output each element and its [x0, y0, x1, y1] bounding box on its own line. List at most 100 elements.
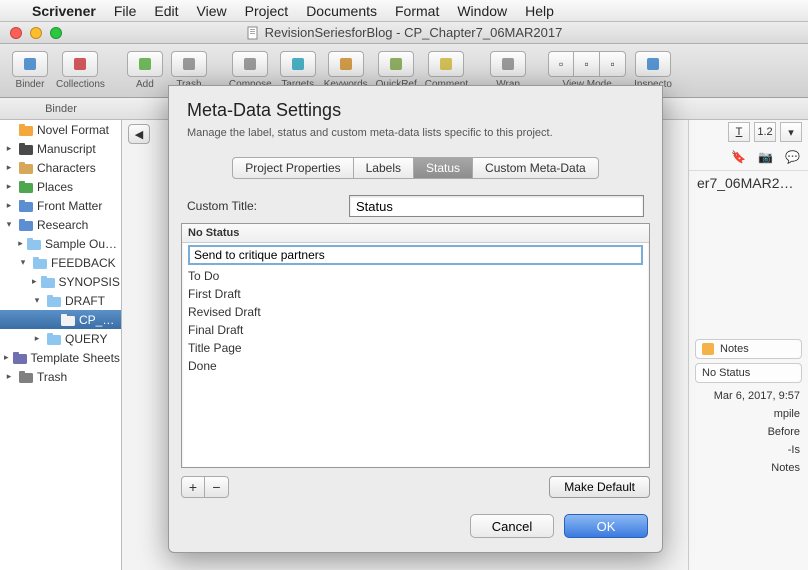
nav-back-button[interactable]: ◀ [128, 124, 150, 144]
sidebar-item-front-matter[interactable]: ▸Front Matter [0, 196, 121, 215]
status-edit-input[interactable] [188, 245, 643, 265]
sidebar-item-research[interactable]: ▾ Research [0, 215, 121, 234]
comment-icon[interactable] [428, 51, 464, 77]
cancel-button[interactable]: Cancel [470, 514, 554, 538]
close-icon[interactable] [10, 27, 22, 39]
binder-sidebar: Novel Format▸Manuscript▸Characters▸Place… [0, 120, 122, 570]
remove-status-button[interactable]: − [205, 476, 229, 498]
disclosure-arrow-icon[interactable]: ▾ [18, 257, 28, 268]
compose-icon[interactable] [232, 51, 268, 77]
sidebar-item-places[interactable]: ▸Places [0, 177, 121, 196]
disclosure-arrow-icon[interactable]: ▾ [4, 219, 14, 230]
comment-icon[interactable]: 💬 [785, 150, 800, 164]
disclosure-arrow-icon[interactable]: ▸ [4, 162, 14, 173]
app-name[interactable]: Scrivener [32, 3, 96, 19]
sidebar-item-label: DRAFT [65, 294, 105, 308]
sidebar-item-sample-ou-[interactable]: ▸Sample Ou… [0, 234, 121, 253]
status-section[interactable]: No Status [695, 363, 802, 383]
inspector-icon[interactable] [635, 51, 671, 77]
folder-icon [18, 122, 33, 137]
camera-icon[interactable]: 📷 [758, 150, 773, 164]
menu-format[interactable]: Format [395, 3, 439, 19]
toolbar-label: Add [136, 79, 154, 90]
folder-icon [18, 217, 33, 232]
disclosure-arrow-icon[interactable]: ▸ [4, 371, 14, 382]
zoom-icon[interactable] [50, 27, 62, 39]
sidebar-item-label: Template Sheets [31, 351, 120, 365]
folder-icon [13, 350, 27, 365]
text-style-button[interactable]: T [728, 122, 750, 142]
ok-button[interactable]: OK [564, 514, 648, 538]
menu-project[interactable]: Project [245, 3, 289, 19]
collections-icon[interactable] [62, 51, 98, 77]
sidebar-item-novel-format[interactable]: Novel Format [0, 120, 121, 139]
sidebar-item-manuscript[interactable]: ▸Manuscript [0, 139, 121, 158]
sidebar-item-feedback[interactable]: ▾FEEDBACK [0, 253, 121, 272]
sidebar-item-label: SYNOPSIS [59, 275, 120, 289]
disclosure-arrow-icon[interactable]: ▸ [4, 352, 9, 363]
status-list-item[interactable]: Revised Draft [182, 303, 649, 321]
notes-section[interactable]: Notes [695, 339, 802, 359]
document-icon [246, 26, 260, 40]
toolbar-add[interactable]: Add [127, 51, 163, 90]
toolbar-label: Binder [16, 79, 45, 90]
disclosure-arrow-icon[interactable]: ▸ [32, 276, 37, 287]
make-default-button[interactable]: Make Default [549, 476, 650, 498]
status-list-item[interactable]: Done [182, 357, 649, 375]
viewmode-seg-2[interactable]: ▫ [600, 51, 626, 77]
toolbar-collections[interactable]: Collections [56, 51, 105, 90]
inspector-row: Before [689, 423, 808, 441]
sidebar-item-label: Research [37, 218, 88, 232]
disclosure-arrow-icon[interactable]: ▸ [18, 238, 23, 249]
quickref-icon[interactable] [378, 51, 414, 77]
disclosure-arrow-icon[interactable]: ▸ [32, 333, 42, 344]
tab-project-properties[interactable]: Project Properties [232, 157, 353, 179]
status-list-item[interactable]: Final Draft [182, 321, 649, 339]
menu-file[interactable]: File [114, 3, 137, 19]
folder-icon [46, 293, 61, 308]
disclosure-arrow-icon[interactable]: ▸ [4, 143, 14, 154]
toolbar-binder[interactable]: Binder [12, 51, 48, 90]
folder-icon [41, 274, 55, 289]
menu-documents[interactable]: Documents [306, 3, 377, 19]
viewmode-seg-0[interactable]: ▫ [548, 51, 574, 77]
binder-icon[interactable] [12, 51, 48, 77]
minimize-icon[interactable] [30, 27, 42, 39]
tab-labels[interactable]: Labels [354, 157, 414, 179]
tab-status[interactable]: Status [414, 157, 473, 179]
add-status-button[interactable]: + [181, 476, 205, 498]
sidebar-item-synopsis[interactable]: ▸ SYNOPSIS [0, 272, 121, 291]
status-list-editing-row[interactable] [182, 243, 649, 267]
menu-view[interactable]: View [197, 3, 227, 19]
disclosure-arrow-icon[interactable]: ▾ [32, 295, 42, 306]
targets-icon[interactable] [280, 51, 316, 77]
menu-window[interactable]: Window [457, 3, 507, 19]
viewmode-seg-1[interactable]: ▫ [574, 51, 600, 77]
sidebar-item-query[interactable]: ▸QUERY [0, 329, 121, 348]
wrap-icon[interactable] [490, 51, 526, 77]
sidebar-item-cp-[interactable]: CP_… [0, 310, 121, 329]
status-list-item[interactable]: First Draft [182, 285, 649, 303]
plus-icon[interactable] [127, 51, 163, 77]
folder-icon [18, 198, 33, 213]
trash-icon[interactable] [171, 51, 207, 77]
sidebar-item-draft[interactable]: ▾ DRAFT [0, 291, 121, 310]
menu-edit[interactable]: Edit [154, 3, 178, 19]
folder-icon [32, 255, 47, 270]
disclosure-arrow-icon[interactable]: ▸ [4, 181, 14, 192]
tag-icon[interactable]: 🔖 [731, 150, 746, 164]
inspector-row: Mar 6, 2017, 9:57 [689, 387, 808, 405]
menu-help[interactable]: Help [525, 3, 554, 19]
sidebar-item-template-sheets[interactable]: ▸ Template Sheets [0, 348, 121, 367]
status-list-item[interactable]: To Do [182, 267, 649, 285]
tab-custom-meta-data[interactable]: Custom Meta-Data [473, 157, 599, 179]
status-list-item[interactable]: Title Page [182, 339, 649, 357]
keywords-icon[interactable] [328, 51, 364, 77]
zoom-stepper[interactable]: ▾ [780, 122, 802, 142]
disclosure-arrow-icon[interactable]: ▸ [4, 200, 14, 211]
custom-title-input[interactable] [349, 195, 644, 217]
sidebar-item-trash[interactable]: ▸Trash [0, 367, 121, 386]
status-listbox[interactable]: No Status To DoFirst DraftRevised DraftF… [181, 223, 650, 468]
sidebar-item-characters[interactable]: ▸Characters [0, 158, 121, 177]
zoom-value[interactable]: 1.2 [754, 122, 776, 142]
